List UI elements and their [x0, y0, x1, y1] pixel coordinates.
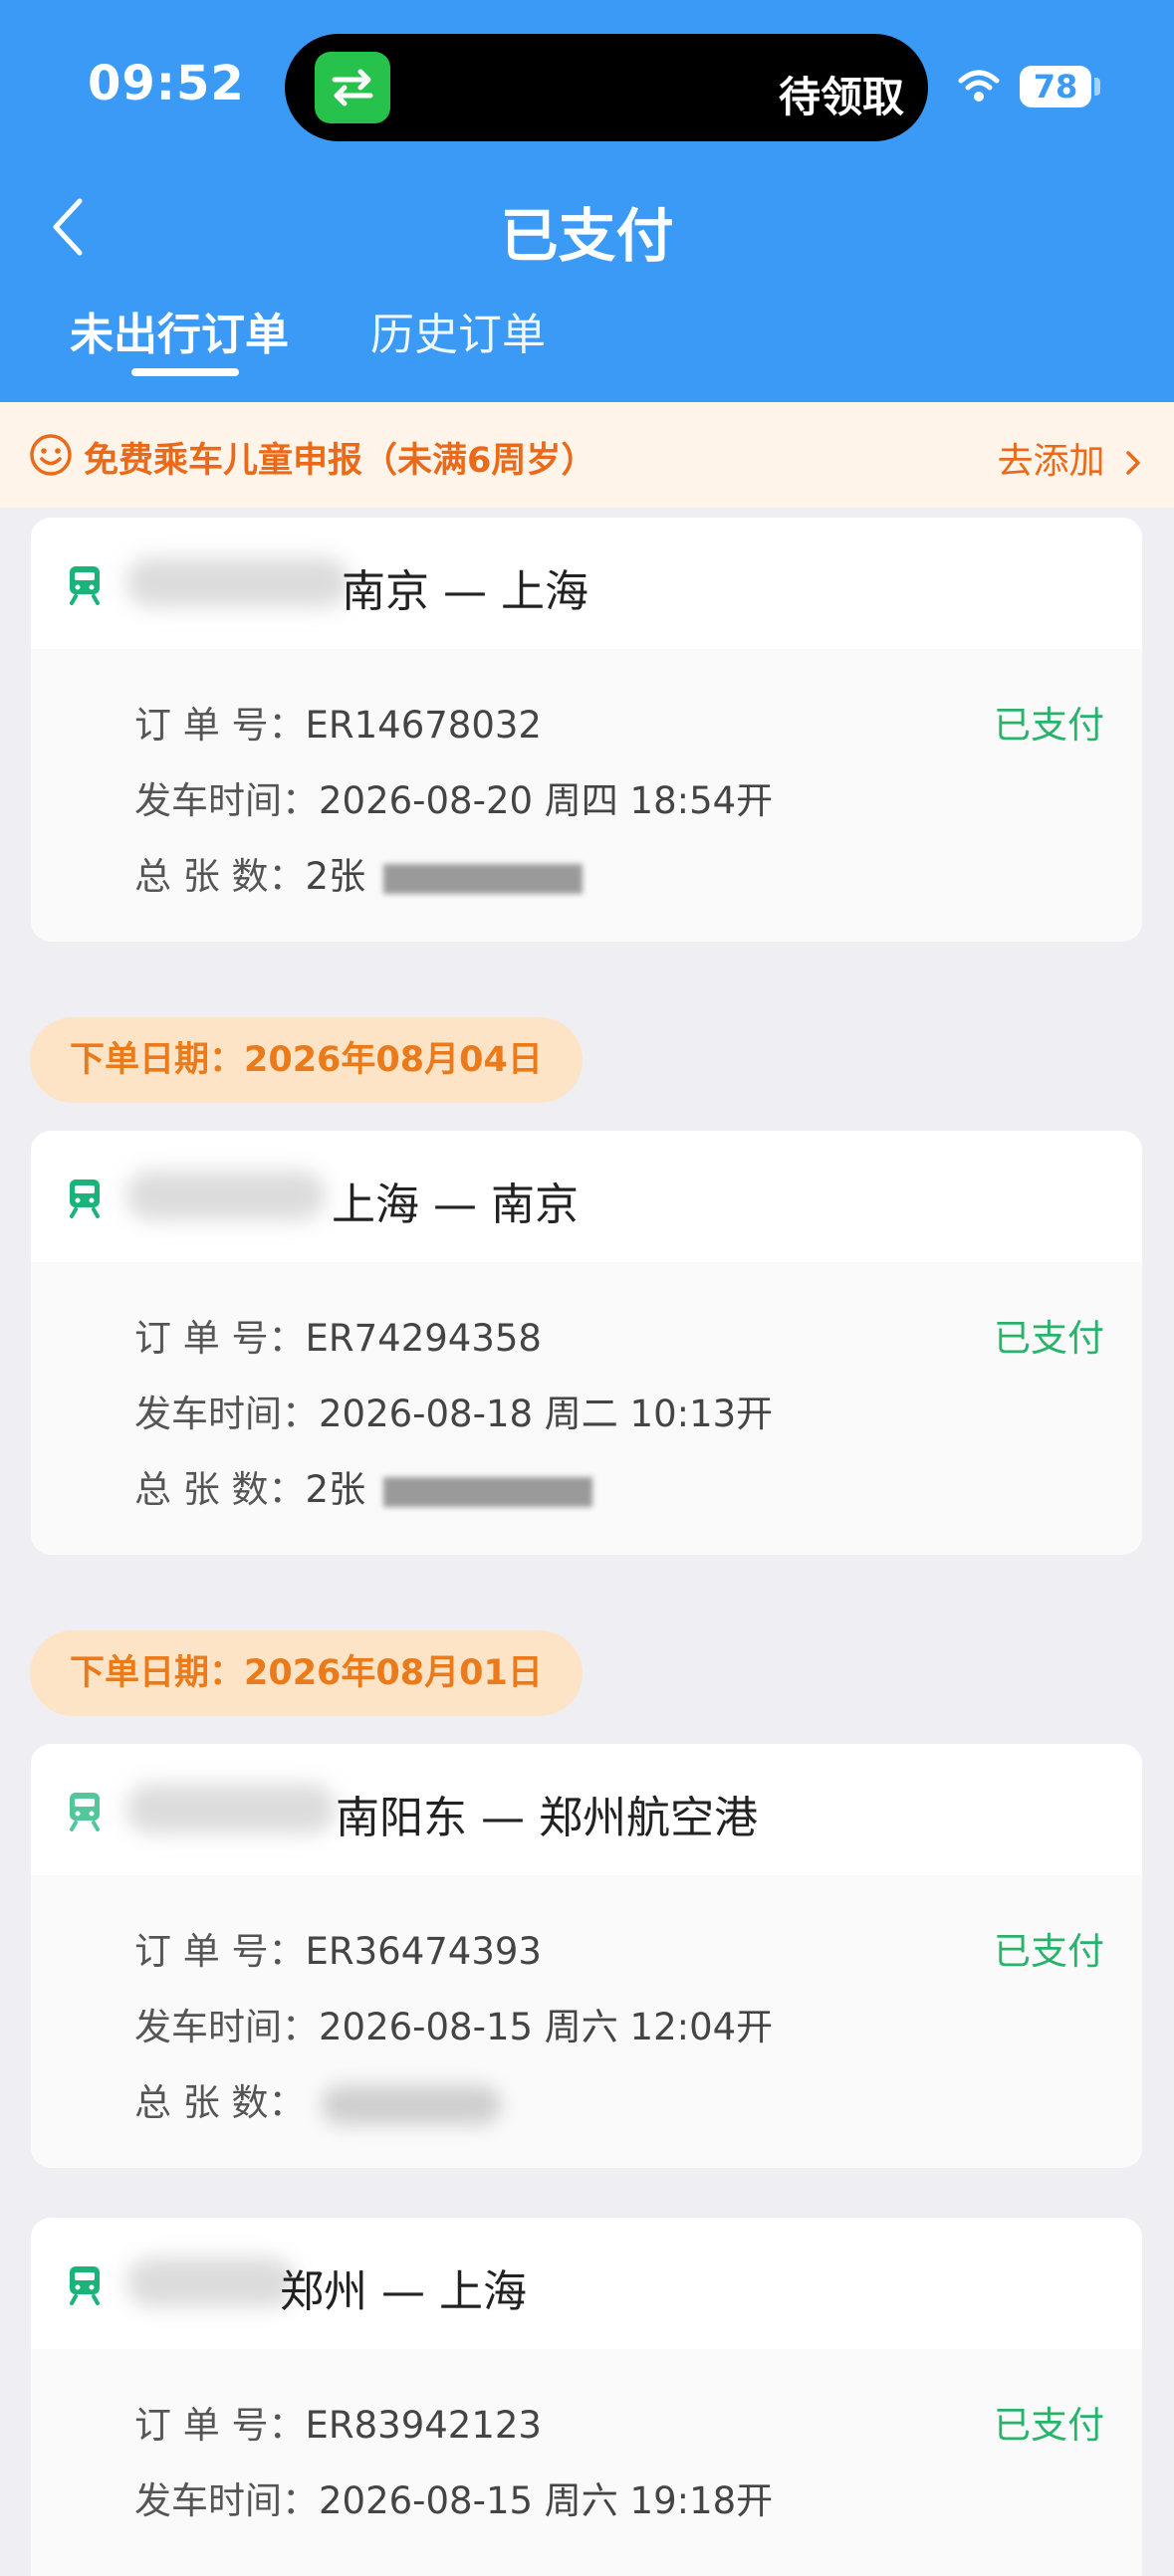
smiley-icon: [30, 434, 72, 476]
order-card[interactable]: 郑州 — 上海 订 单 号：ER83942123 已支付 发车时间：2026-0…: [31, 2218, 1142, 2576]
add-child-button[interactable]: 去添加: [998, 432, 1144, 484]
ticket-count: 2张: [305, 855, 366, 898]
dynamic-island[interactable]: 待领取: [285, 34, 928, 141]
ticket-count-label: 总 张 数：: [134, 2081, 306, 2124]
transfer-app-icon: [315, 52, 390, 123]
page-title: 已支付: [500, 202, 674, 270]
order-date-pill: 下单日期：2026年08月01日: [30, 1630, 583, 1716]
status-badge: 已支付: [994, 1930, 1104, 1973]
island-pending-text: 待领取: [778, 73, 904, 121]
route-title: 上海 — 南京: [332, 1180, 579, 1230]
order-card[interactable]: 南京 — 上海 订 单 号：ER14678032 已支付 发车时间：2026-0…: [31, 518, 1142, 942]
order-number: ER74294358: [305, 1317, 542, 1360]
order-number: ER36474393: [305, 1930, 542, 1973]
wifi-icon: [958, 70, 1000, 102]
order-date-pill: 下单日期：2026年08月04日: [30, 1017, 583, 1103]
route-title: 南阳东 — 郑州航空港: [336, 1793, 758, 1843]
departure-row: 发车时间：2026-08-20 周四 18:54开: [134, 770, 773, 824]
train-icon: [70, 1793, 100, 1831]
departure-label: 发车时间：: [134, 2479, 319, 2522]
departure-time: 2026-08-18 周二 10:13开: [319, 1393, 774, 1435]
ticket-count-row: 总 张 数：2张: [134, 846, 584, 900]
child-declaration-text: 免费乘车儿童申报（未满6周岁）: [84, 441, 596, 481]
departure-label: 发车时间：: [134, 1393, 319, 1435]
train-icon: [70, 1180, 100, 1218]
departure-label: 发车时间：: [134, 2006, 319, 2048]
status-badge: 已支付: [994, 1317, 1104, 1360]
battery-level: 78: [1020, 66, 1091, 107]
departure-row: 发车时间：2026-08-15 周六 19:18开: [134, 2470, 773, 2524]
passenger-redacted: [383, 863, 584, 894]
ticket-count: 2张: [305, 1468, 366, 1511]
passenger-redacted: [321, 2084, 501, 2125]
departure-label: 发车时间：: [134, 779, 319, 822]
add-child-label: 去添加: [997, 441, 1105, 482]
order-number-label: 订 单 号：: [134, 2404, 306, 2447]
ticket-count-label: 总 张 数：: [134, 855, 306, 898]
tab-history-orders[interactable]: 历史订单: [370, 299, 546, 362]
order-number: ER14678032: [305, 704, 542, 747]
status-badge: 已支付: [994, 704, 1104, 747]
child-declaration-banner[interactable]: 免费乘车儿童申报（未满6周岁） 去添加: [0, 402, 1174, 508]
active-tab-indicator: [131, 368, 239, 376]
route-title: 郑州 — 上海: [280, 2266, 527, 2317]
train-number-redacted: [126, 2257, 296, 2307]
ticket-count-label: 总 张 数：: [134, 1468, 306, 1511]
order-number-row: 订 单 号：ER83942123: [134, 2395, 542, 2449]
status-time: 09:52: [88, 56, 245, 111]
ticket-count-row: 总 张 数：: [134, 2072, 501, 2126]
train-icon: [70, 2266, 100, 2305]
order-number: ER83942123: [305, 2404, 542, 2447]
order-number-row: 订 单 号：ER36474393: [134, 1921, 542, 1975]
order-number-label: 订 单 号：: [134, 1930, 306, 1973]
order-card[interactable]: 上海 — 南京 订 单 号：ER74294358 已支付 发车时间：2026-0…: [31, 1131, 1142, 1555]
ticket-count-row: 总 张 数：2张: [134, 1459, 593, 1513]
order-number-row: 订 单 号：ER74294358: [134, 1308, 542, 1362]
departure-time: 2026-08-15 周六 19:18开: [319, 2479, 774, 2522]
train-number-redacted: [126, 557, 350, 607]
battery-tip: [1094, 78, 1100, 96]
order-number-label: 订 单 号：: [134, 1317, 306, 1360]
departure-time: 2026-08-20 周四 18:54开: [319, 779, 774, 822]
order-number-row: 订 单 号：ER14678032: [134, 695, 542, 749]
passenger-redacted: [383, 1476, 593, 1507]
train-number-redacted: [126, 1171, 326, 1220]
tab-upcoming-orders[interactable]: 未出行订单: [70, 299, 289, 362]
header-bar: 09:52 待领取 78 已支付 未出行订单 历史订单: [0, 0, 1174, 402]
order-card[interactable]: 南阳东 — 郑州航空港 订 单 号：ER36474393 已支付 发车时间：20…: [31, 1744, 1142, 2168]
route-title: 南京 — 上海: [342, 566, 588, 617]
order-number-label: 订 单 号：: [134, 704, 306, 747]
train-number-redacted: [126, 1784, 336, 1833]
status-badge: 已支付: [994, 2404, 1104, 2447]
departure-row: 发车时间：2026-08-15 周六 12:04开: [134, 1997, 773, 2050]
departure-row: 发车时间：2026-08-18 周二 10:13开: [134, 1384, 773, 1437]
departure-time: 2026-08-15 周六 12:04开: [319, 2006, 774, 2048]
train-icon: [70, 566, 100, 605]
chevron-right-icon: [1126, 451, 1140, 475]
